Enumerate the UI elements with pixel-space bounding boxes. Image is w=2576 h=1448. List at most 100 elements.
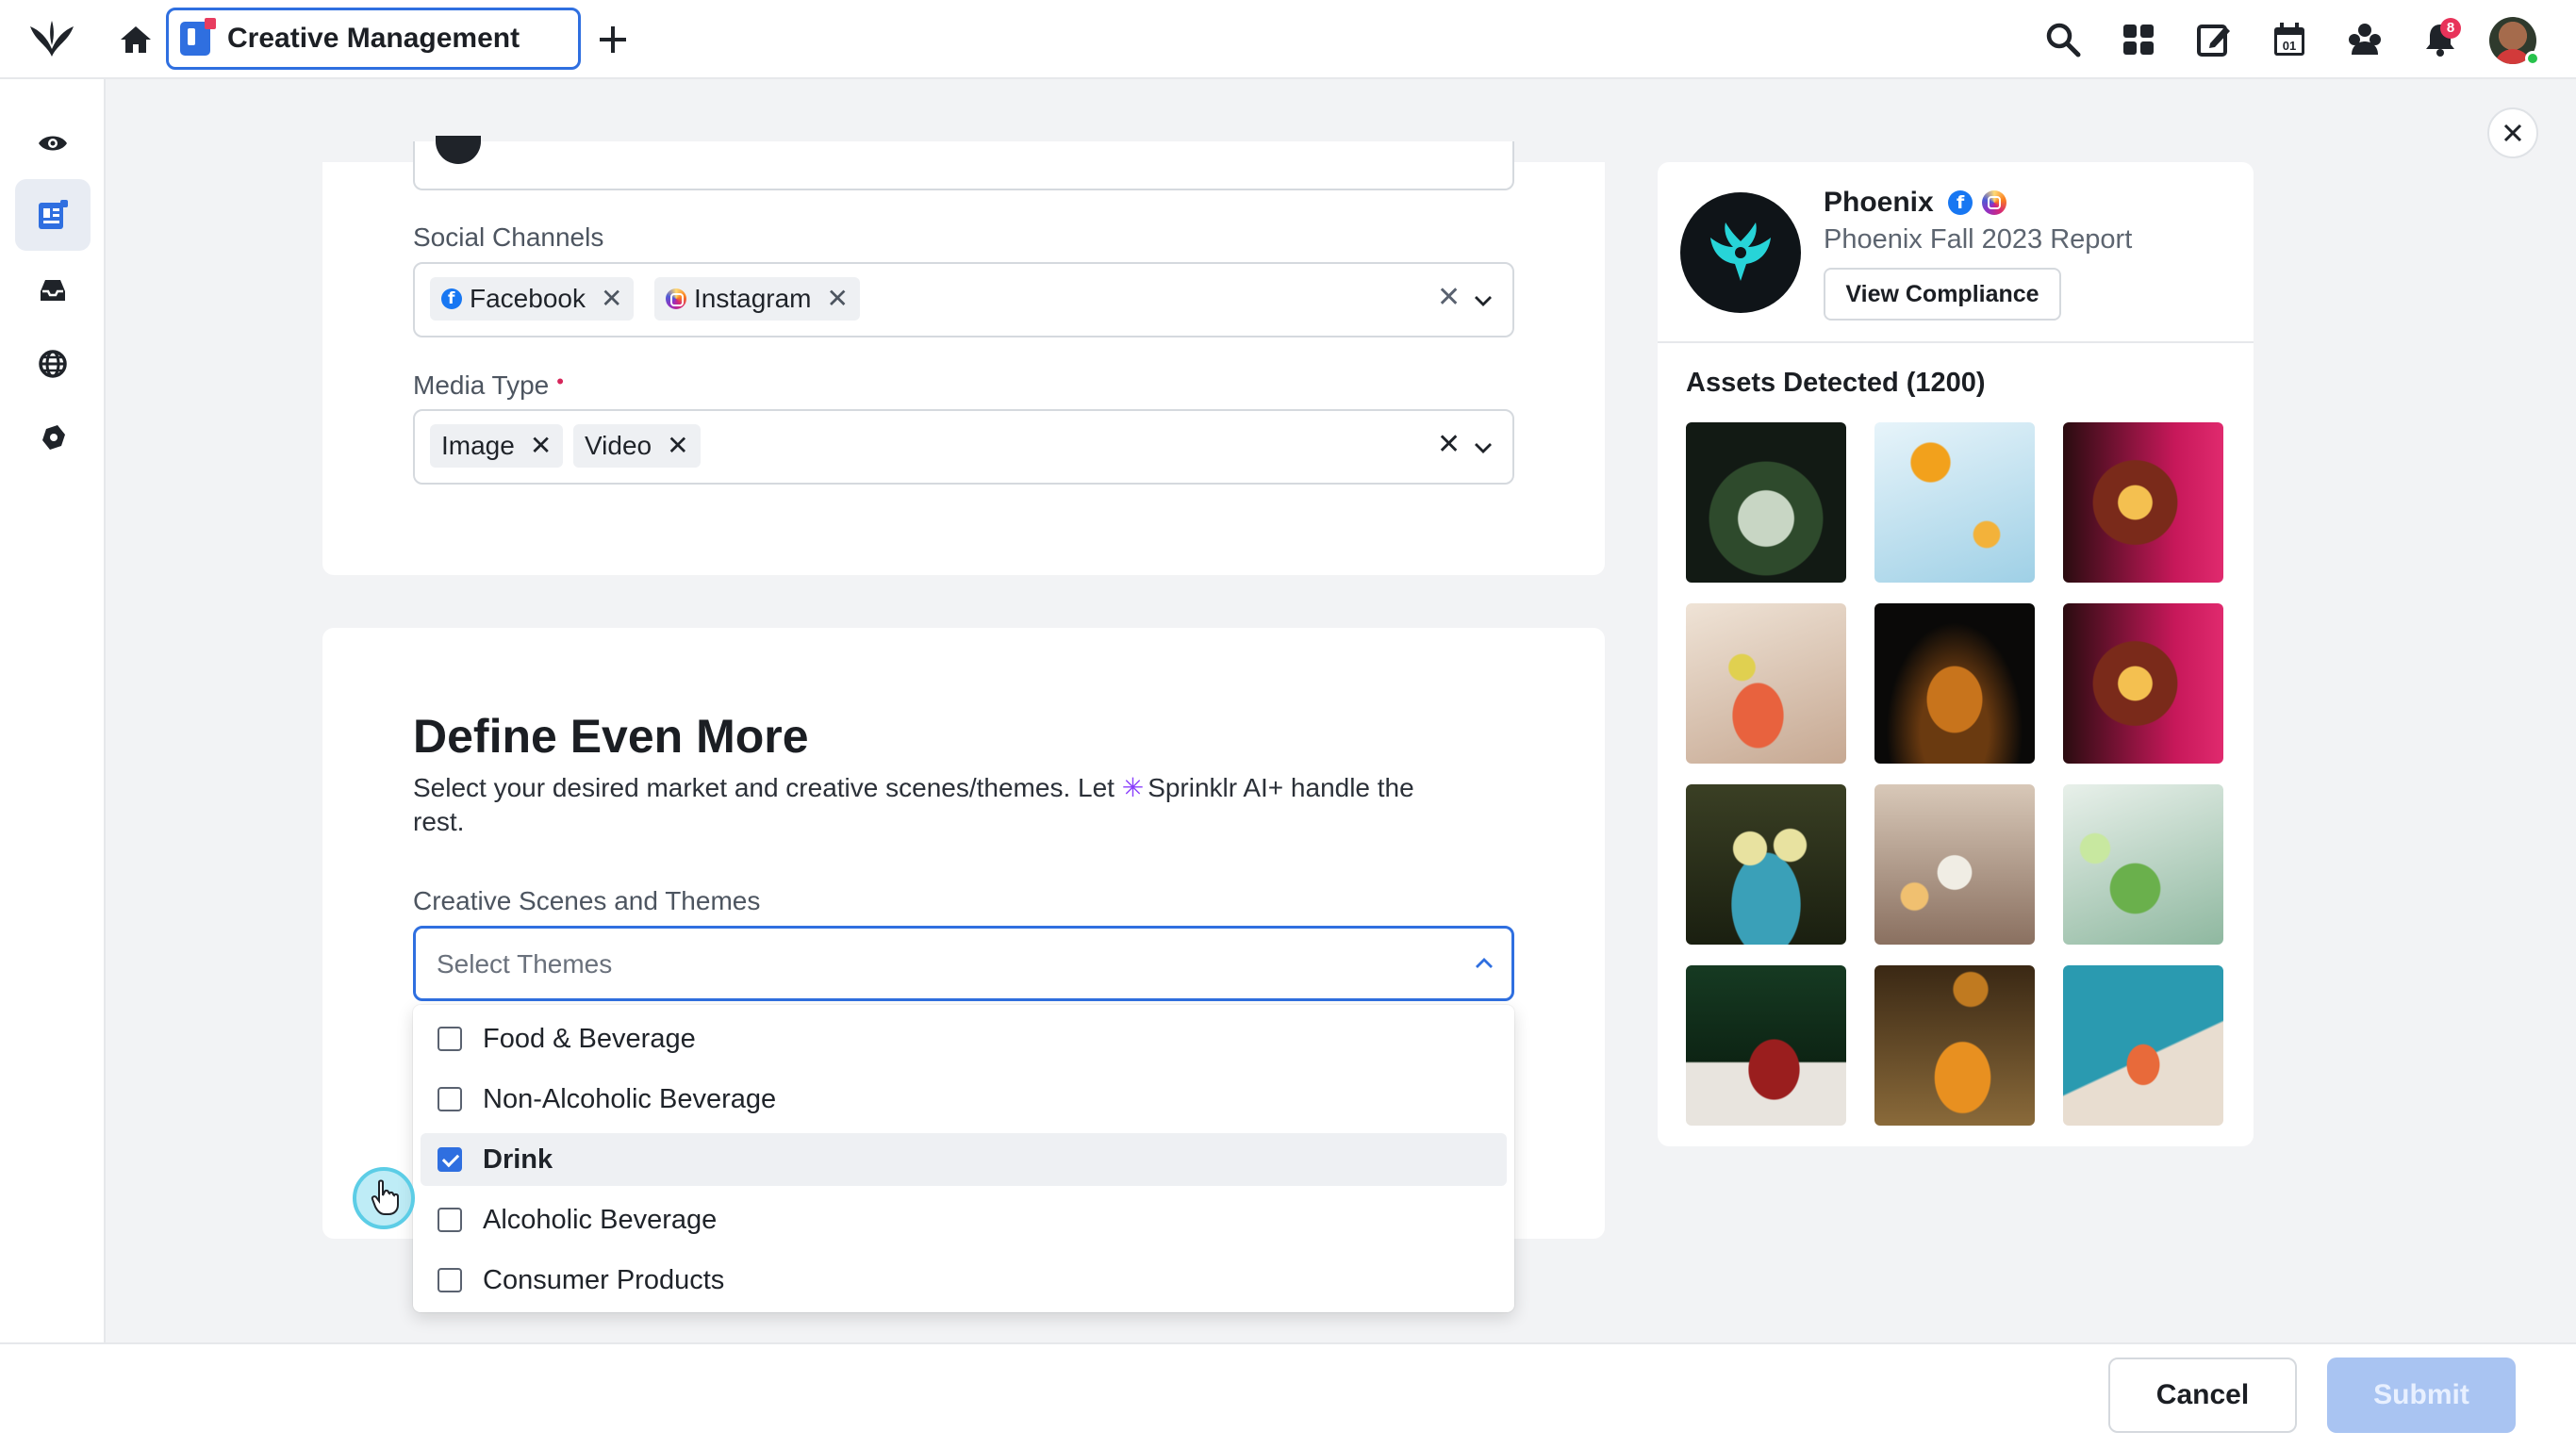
- option-label: Consumer Products: [483, 1264, 725, 1295]
- theme-option-selected[interactable]: Drink: [421, 1133, 1507, 1186]
- calendar-icon[interactable]: 01: [2269, 19, 2310, 60]
- view-compliance-button[interactable]: View Compliance: [1824, 268, 2061, 321]
- close-button[interactable]: [2487, 107, 2538, 158]
- section-description: Select your desired market and creative …: [413, 771, 1450, 839]
- chevron-down-icon[interactable]: [1473, 437, 1494, 458]
- option-label: Non-Alcoholic Beverage: [483, 1083, 777, 1114]
- clear-icon[interactable]: ✕: [1437, 281, 1461, 314]
- top-bar: Creative Management 01 8: [0, 0, 2576, 79]
- asset-thumbnail[interactable]: [2063, 965, 2223, 1126]
- active-tab[interactable]: Creative Management: [166, 8, 581, 70]
- apps-grid-icon[interactable]: [2118, 19, 2159, 60]
- checkbox-checked[interactable]: [438, 1147, 462, 1172]
- facebook-icon: [441, 288, 462, 309]
- remove-chip-icon[interactable]: ✕: [601, 286, 622, 312]
- asset-thumbnail[interactable]: [1686, 784, 1846, 945]
- assets-title: Assets Detected (1200): [1686, 368, 1986, 398]
- chip-label: Image: [441, 431, 515, 460]
- eye-icon: [39, 136, 67, 151]
- rail-item-inbox[interactable]: [15, 255, 91, 326]
- social-channels-select[interactable]: Facebook ✕ Instagram ✕ ✕: [413, 262, 1514, 337]
- media-type-label-text: Media Type: [413, 370, 550, 400]
- settings-puzzle-icon: [42, 425, 65, 450]
- themes-placeholder: Select Themes: [437, 949, 613, 979]
- creative-management-icon: [180, 18, 216, 56]
- sprinklr-logo-icon[interactable]: [26, 17, 77, 62]
- home-icon[interactable]: [117, 21, 155, 58]
- truncated-avatar: [436, 136, 481, 164]
- themes-select[interactable]: Select Themes: [413, 926, 1514, 1001]
- chip-label: Facebook: [470, 284, 586, 313]
- theme-option[interactable]: Alcoholic Beverage: [421, 1193, 1507, 1246]
- asset-thumbnail[interactable]: [2063, 784, 2223, 945]
- theme-option[interactable]: Non-Alcoholic Beverage: [421, 1073, 1507, 1126]
- close-icon: [2503, 123, 2522, 142]
- themes-label: Creative Scenes and Themes: [413, 886, 761, 915]
- themes-dropdown-menu: Food & Beverage Non-Alcoholic Beverage D…: [413, 1005, 1514, 1312]
- notification-badge: 8: [2440, 18, 2461, 39]
- inbox-icon: [41, 280, 65, 301]
- asset-thumbnail[interactable]: [1874, 965, 2035, 1126]
- rail-item-settings[interactable]: [15, 402, 91, 473]
- remove-chip-icon[interactable]: ✕: [667, 433, 688, 459]
- brand-report: Phoenix Fall 2023 Report: [1824, 224, 2133, 255]
- cancel-button[interactable]: Cancel: [2108, 1358, 2297, 1433]
- online-status-dot: [2525, 51, 2540, 66]
- plus-icon[interactable]: [594, 19, 632, 60]
- tab-title: Creative Management: [227, 23, 520, 54]
- search-icon[interactable]: [2042, 19, 2084, 60]
- chip-label: Instagram: [694, 284, 812, 313]
- calendar-day: 01: [2283, 39, 2296, 53]
- asset-thumbnail[interactable]: [1874, 784, 2035, 945]
- chip-video: Video ✕: [573, 424, 701, 468]
- social-channels-label: Social Channels: [413, 222, 604, 252]
- checkbox[interactable]: [438, 1087, 462, 1111]
- theme-option[interactable]: Consumer Products: [421, 1254, 1507, 1307]
- chip-facebook: Facebook ✕: [430, 277, 635, 321]
- asset-thumbnail[interactable]: [1874, 603, 2035, 764]
- asset-thumbnail[interactable]: [1686, 603, 1846, 764]
- compose-icon[interactable]: [2193, 19, 2235, 60]
- chip-label: Video: [585, 431, 652, 460]
- asset-thumbnail[interactable]: [2063, 603, 2223, 764]
- phoenix-logo: [1680, 192, 1801, 313]
- community-icon[interactable]: [2344, 19, 2386, 60]
- left-rail: [0, 79, 106, 1342]
- checkbox[interactable]: [438, 1268, 462, 1292]
- theme-option[interactable]: Food & Beverage: [421, 1012, 1507, 1065]
- asset-thumbnail[interactable]: [1874, 422, 2035, 583]
- media-type-select[interactable]: Image ✕ Video ✕ ✕: [413, 409, 1514, 485]
- description-text: Select your desired market and creative …: [413, 773, 1122, 802]
- asset-thumbnail[interactable]: [1686, 422, 1846, 583]
- submit-button[interactable]: Submit: [2327, 1358, 2516, 1433]
- chevron-up-icon[interactable]: [1474, 953, 1494, 974]
- remove-chip-icon[interactable]: ✕: [530, 433, 552, 459]
- creative-doc-icon: [39, 200, 68, 229]
- phoenix-bird-icon: [1710, 222, 1771, 281]
- ai-label: Sprinklr AI+: [1148, 773, 1284, 802]
- globe-icon: [39, 350, 67, 378]
- option-label: Alcoholic Beverage: [483, 1204, 718, 1235]
- checkbox[interactable]: [438, 1208, 462, 1232]
- divider: [1658, 341, 2254, 343]
- clear-icon[interactable]: ✕: [1437, 428, 1461, 461]
- checkbox[interactable]: [438, 1027, 462, 1051]
- option-label: Food & Beverage: [483, 1023, 696, 1054]
- rail-item-global[interactable]: [15, 328, 91, 400]
- rail-item-creative[interactable]: [15, 179, 91, 251]
- instagram-icon: [666, 288, 686, 309]
- media-type-label: Media Type •: [413, 370, 564, 401]
- required-marker: •: [556, 370, 564, 393]
- section-title: Define Even More: [413, 710, 809, 763]
- truncated-field[interactable]: [413, 136, 1514, 190]
- chip-image: Image ✕: [430, 424, 564, 468]
- brand-name: Phoenix: [1824, 187, 1934, 218]
- instagram-icon: [1982, 190, 2006, 215]
- rail-item-monitor[interactable]: [15, 107, 91, 179]
- facebook-icon: [1948, 190, 1973, 215]
- remove-chip-icon[interactable]: ✕: [827, 286, 849, 312]
- asset-thumbnail[interactable]: [1686, 965, 1846, 1126]
- hand-cursor-icon: [371, 1179, 399, 1215]
- chevron-down-icon[interactable]: [1473, 290, 1494, 311]
- asset-thumbnail[interactable]: [2063, 422, 2223, 583]
